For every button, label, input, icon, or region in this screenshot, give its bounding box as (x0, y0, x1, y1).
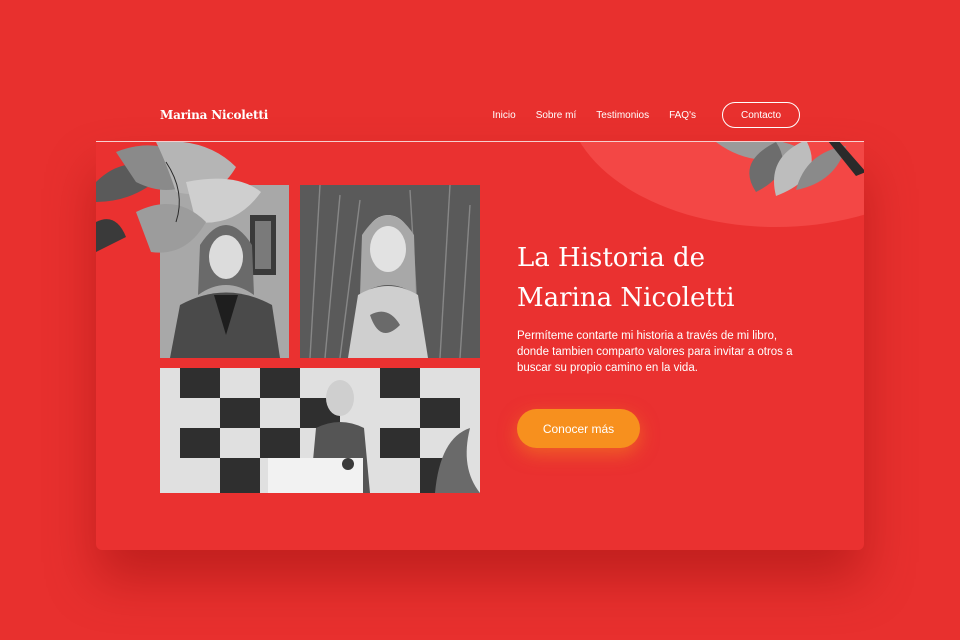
nav-link-faqs[interactable]: FAQ's (669, 110, 696, 121)
conocer-mas-button[interactable]: Conocer más (517, 409, 640, 448)
hero-title-line1: La Historia de (517, 243, 706, 273)
brand-logo[interactable]: Marina Nicoletti (160, 108, 268, 122)
nav-link-inicio[interactable]: Inicio (492, 110, 515, 121)
nav-link-sobre-mi[interactable]: Sobre mí (536, 110, 577, 121)
hero-title-line2: Marina Nicoletti (517, 283, 735, 313)
lotus-flower-right-icon (716, 142, 864, 196)
hero-card: La Historia de Marina Nicoletti Permítem… (96, 142, 864, 550)
contact-button[interactable]: Contacto (722, 102, 800, 128)
nav-links: Inicio Sobre mí Testimonios FAQ's Contac… (492, 102, 800, 128)
hero-title: La Historia de Marina Nicoletti (517, 238, 837, 318)
photo-portrait-garden (300, 185, 480, 358)
photo-certificate (160, 368, 480, 493)
hero-description: Permíteme contarte mi historia a través … (517, 330, 793, 374)
top-navigation: Marina Nicoletti Inicio Sobre mí Testimo… (160, 102, 800, 128)
nav-link-testimonios[interactable]: Testimonios (596, 110, 649, 121)
lotus-flower-left-icon (96, 142, 261, 253)
